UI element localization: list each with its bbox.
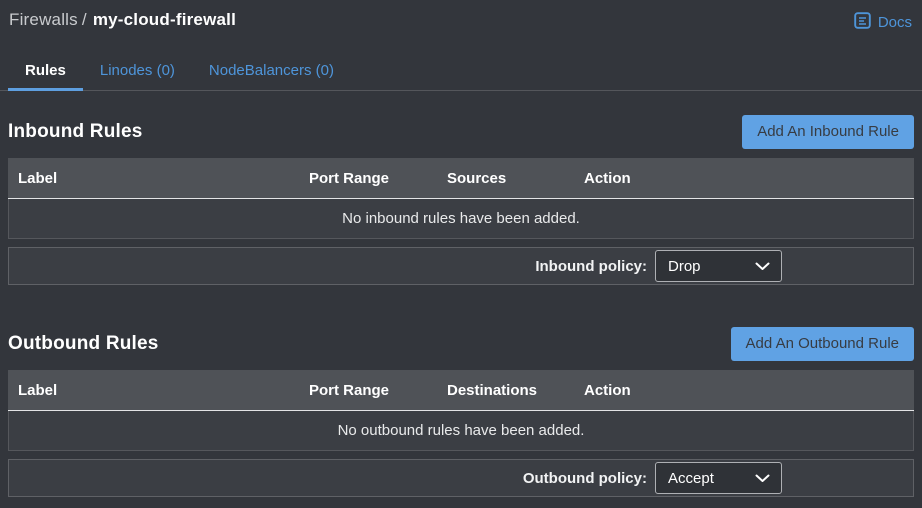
outbound-rules-title: Outbound Rules bbox=[8, 333, 159, 355]
document-icon bbox=[854, 12, 871, 33]
column-header-destinations: Destinations bbox=[447, 382, 584, 399]
inbound-empty-message: No inbound rules have been added. bbox=[342, 210, 580, 227]
breadcrumb-firewalls-link[interactable]: Firewalls bbox=[9, 10, 78, 29]
page-title: my-cloud-firewall bbox=[93, 10, 236, 29]
tab-bar: Rules Linodes (0) NodeBalancers (0) bbox=[0, 54, 922, 91]
outbound-policy-row: Outbound policy: Accept bbox=[8, 459, 914, 497]
docs-link-label: Docs bbox=[878, 14, 912, 31]
chevron-down-icon bbox=[755, 262, 770, 271]
inbound-section-header: Inbound Rules Add An Inbound Rule bbox=[0, 115, 922, 149]
inbound-policy-label: Inbound policy: bbox=[535, 258, 647, 275]
inbound-policy-select[interactable]: Drop bbox=[655, 250, 782, 282]
firewall-detail-page: { "colors": { "page_bg": "#33363c", "acc… bbox=[0, 0, 922, 508]
breadcrumb: Firewalls/ my-cloud-firewall bbox=[9, 10, 236, 30]
inbound-rules-title: Inbound Rules bbox=[8, 121, 143, 143]
column-header-action: Action bbox=[584, 170, 914, 187]
add-outbound-rule-button[interactable]: Add An Outbound Rule bbox=[731, 327, 914, 361]
outbound-table-header: Label Port Range Destinations Action bbox=[8, 370, 914, 411]
column-header-action: Action bbox=[584, 382, 914, 399]
breadcrumb-separator: / bbox=[82, 10, 87, 29]
tab-linodes[interactable]: Linodes (0) bbox=[83, 54, 192, 90]
tab-rules[interactable]: Rules bbox=[8, 54, 83, 90]
outbound-section-header: Outbound Rules Add An Outbound Rule bbox=[0, 327, 922, 361]
inbound-policy-value: Drop bbox=[668, 258, 701, 275]
inbound-policy-row: Inbound policy: Drop bbox=[8, 247, 914, 285]
docs-link[interactable]: Docs bbox=[854, 10, 912, 33]
inbound-empty-row: No inbound rules have been added. bbox=[8, 199, 914, 239]
inbound-rules-table: Label Port Range Sources Action No inbou… bbox=[8, 158, 914, 239]
outbound-rules-table: Label Port Range Destinations Action No … bbox=[8, 370, 914, 451]
outbound-empty-row: No outbound rules have been added. bbox=[8, 411, 914, 451]
top-bar: Firewalls/ my-cloud-firewall Docs bbox=[0, 0, 922, 33]
outbound-empty-message: No outbound rules have been added. bbox=[338, 422, 585, 439]
column-header-port-range: Port Range bbox=[309, 170, 447, 187]
column-header-label: Label bbox=[18, 170, 309, 187]
chevron-down-icon bbox=[755, 474, 770, 483]
outbound-policy-select[interactable]: Accept bbox=[655, 462, 782, 494]
add-inbound-rule-button[interactable]: Add An Inbound Rule bbox=[742, 115, 914, 149]
inbound-table-header: Label Port Range Sources Action bbox=[8, 158, 914, 199]
outbound-policy-value: Accept bbox=[668, 470, 714, 487]
outbound-policy-label: Outbound policy: bbox=[523, 470, 647, 487]
column-header-sources: Sources bbox=[447, 170, 584, 187]
tab-nodebalancers[interactable]: NodeBalancers (0) bbox=[192, 54, 351, 90]
column-header-label: Label bbox=[18, 382, 309, 399]
column-header-port-range: Port Range bbox=[309, 382, 447, 399]
